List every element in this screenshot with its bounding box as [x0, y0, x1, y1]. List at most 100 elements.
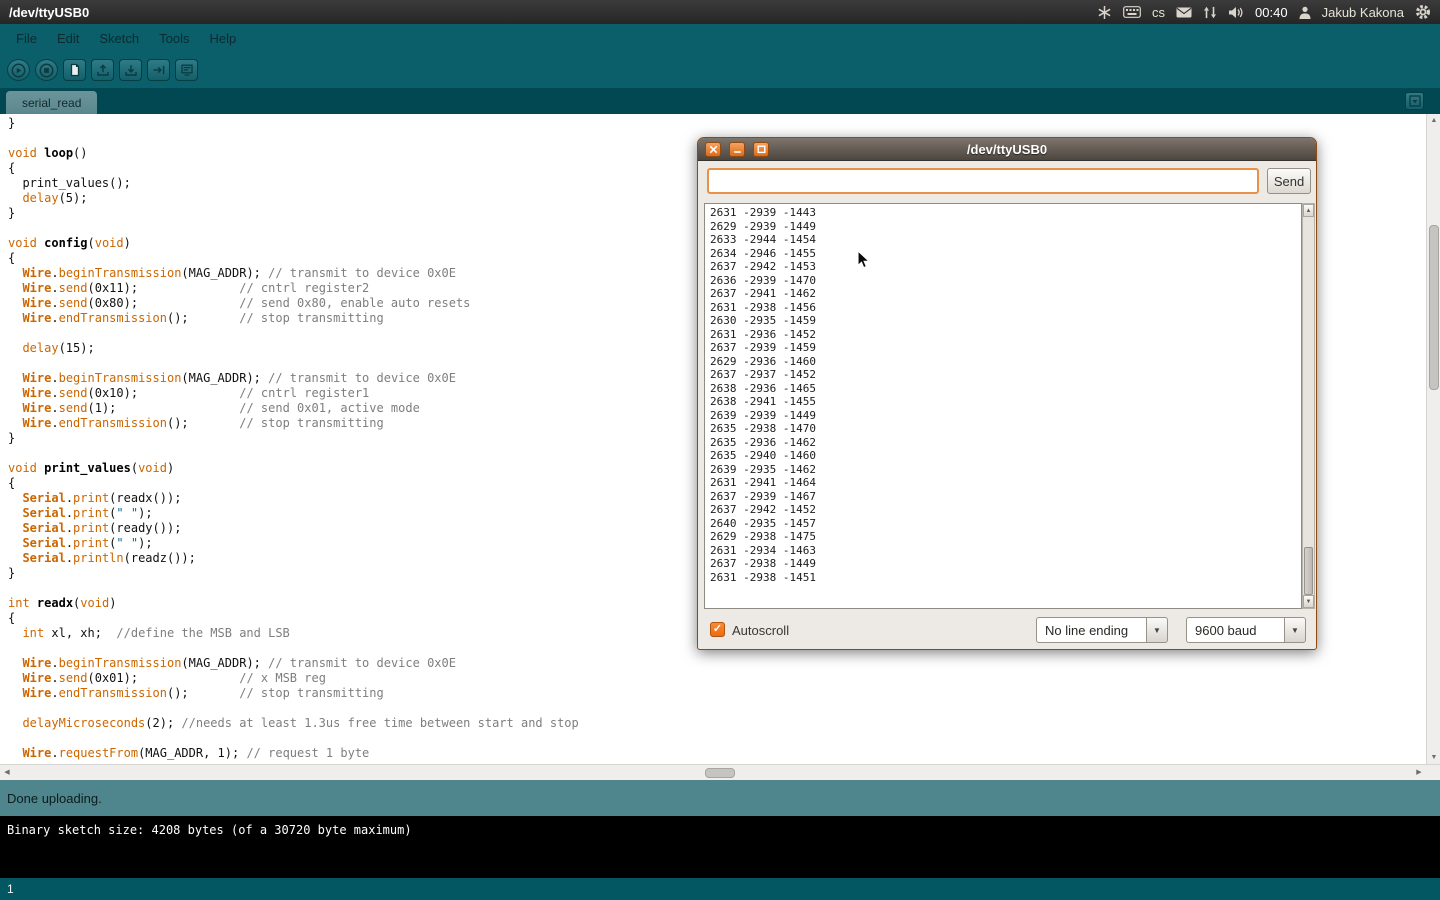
serial-row: 2634 -2946 -1455	[710, 247, 1301, 261]
tab-serial-read[interactable]: serial_read	[6, 91, 97, 114]
system-tray: cs 00:40 Jakub Kakona	[1097, 4, 1431, 20]
code-line: }	[8, 116, 1426, 131]
serial-row: 2638 -2941 -1455	[710, 395, 1301, 409]
mail-icon[interactable]	[1176, 7, 1192, 18]
scroll-up-icon[interactable]: ▲	[1427, 114, 1440, 127]
save-sketch-button[interactable]	[119, 59, 142, 81]
serial-scrollbar-thumb[interactable]	[1304, 547, 1313, 595]
console-output: Binary sketch size: 4208 bytes (of a 307…	[0, 816, 1440, 837]
menu-edit[interactable]: Edit	[47, 26, 89, 51]
autoscroll-checkbox[interactable]: ✓	[710, 622, 725, 637]
menubar: FileEditSketchToolsHelp	[0, 24, 1440, 52]
serial-scrollbar[interactable]: ▲ ▼	[1302, 203, 1315, 609]
keyboard-icon[interactable]	[1123, 6, 1141, 18]
check-icon: ✓	[713, 624, 722, 635]
serial-row: 2637 -2939 -1467	[710, 490, 1301, 504]
ide-status-bar: Done uploading.	[0, 780, 1440, 816]
serial-row: 2636 -2939 -1470	[710, 274, 1301, 288]
menu-file[interactable]: File	[6, 26, 47, 51]
code-line	[8, 731, 1426, 746]
tab-menu-button[interactable]	[1405, 92, 1424, 110]
menu-help[interactable]: Help	[199, 26, 246, 51]
network-traffic-icon[interactable]	[1203, 6, 1217, 19]
username-label[interactable]: Jakub Kakona	[1322, 5, 1404, 20]
editor-scrollbar-thumb[interactable]	[1429, 225, 1439, 390]
scroll-right-icon[interactable]: ▶	[1412, 765, 1426, 781]
tab-label: serial_read	[22, 96, 81, 110]
mouse-cursor	[857, 250, 871, 270]
keyboard-layout-label[interactable]: cs	[1152, 5, 1165, 20]
serial-window-titlebar[interactable]: /dev/ttyUSB0	[698, 138, 1316, 161]
desktop: /dev/ttyUSB0 cs 00:40 Jakub Kakona	[0, 0, 1440, 900]
serial-row: 2631 -2934 -1463	[710, 544, 1301, 558]
scroll-up-icon[interactable]: ▲	[1303, 204, 1314, 217]
editor-horizontal-scrollbar[interactable]: ◀ ▶	[0, 764, 1440, 780]
send-button[interactable]: Send	[1267, 168, 1311, 194]
code-line: delayMicroseconds(2); //needs at least 1…	[8, 716, 1426, 731]
verify-button[interactable]	[7, 59, 30, 81]
line-ending-dropdown[interactable]: No line ending ▼	[1036, 617, 1168, 643]
gear-icon[interactable]	[1415, 4, 1431, 20]
close-icon[interactable]	[705, 142, 721, 157]
tab-bar: serial_read	[0, 88, 1440, 114]
serial-row: 2635 -2936 -1462	[710, 436, 1301, 450]
minimize-icon[interactable]	[729, 142, 745, 157]
serial-row: 2631 -2939 -1443	[710, 206, 1301, 220]
serial-row: 2635 -2940 -1460	[710, 449, 1301, 463]
line-ending-value: No line ending	[1036, 617, 1146, 643]
serial-output: 2631 -2939 -14432629 -2939 -14492633 -29…	[704, 203, 1302, 609]
menu-tools[interactable]: Tools	[149, 26, 199, 51]
stop-button[interactable]	[35, 59, 58, 81]
serial-row: 2631 -2941 -1464	[710, 476, 1301, 490]
new-sketch-button[interactable]	[63, 59, 86, 81]
code-line: Wire.requestFrom(MAG_ADDR, 1); // reques…	[8, 746, 1426, 761]
maximize-icon[interactable]	[753, 142, 769, 157]
serial-row: 2639 -2939 -1449	[710, 409, 1301, 423]
panel-window-title: /dev/ttyUSB0	[9, 5, 89, 20]
chevron-down-icon[interactable]: ▼	[1284, 617, 1306, 643]
snowflake-indicator-icon[interactable]	[1097, 5, 1112, 20]
serial-row: 2631 -2938 -1456	[710, 301, 1301, 315]
serial-row: 2630 -2935 -1459	[710, 314, 1301, 328]
ubuntu-top-panel: /dev/ttyUSB0 cs 00:40 Jakub Kakona	[0, 0, 1440, 24]
code-line: Wire.endTransmission(); // stop transmit…	[8, 686, 1426, 701]
clock[interactable]: 00:40	[1255, 5, 1288, 20]
serial-row: 2637 -2939 -1459	[710, 341, 1301, 355]
scroll-left-icon[interactable]: ◀	[0, 765, 14, 781]
serial-row: 2638 -2936 -1465	[710, 382, 1301, 396]
upload-button[interactable]	[147, 59, 170, 81]
baud-rate-dropdown[interactable]: 9600 baud ▼	[1186, 617, 1306, 643]
serial-input-field[interactable]	[707, 168, 1259, 194]
code-line	[8, 701, 1426, 716]
line-number-bar: 1	[0, 878, 1440, 900]
editor-hscrollbar-thumb[interactable]	[705, 768, 735, 778]
serial-window-title: /dev/ttyUSB0	[698, 142, 1316, 157]
serial-row: 2629 -2936 -1460	[710, 355, 1301, 369]
line-number: 1	[7, 882, 14, 896]
serial-row: 2635 -2938 -1470	[710, 422, 1301, 436]
autoscroll-label[interactable]: Autoscroll	[732, 623, 789, 638]
serial-row: 2637 -2938 -1449	[710, 557, 1301, 571]
user-icon	[1299, 6, 1311, 19]
code-line: Wire.send(0x01); // x MSB reg	[8, 671, 1426, 686]
editor-vertical-scrollbar[interactable]: ▲ ▼	[1426, 114, 1440, 764]
serial-row: 2631 -2938 -1451	[710, 571, 1301, 585]
ide-console: Binary sketch size: 4208 bytes (of a 307…	[0, 816, 1440, 878]
scroll-down-icon[interactable]: ▼	[1427, 751, 1440, 764]
serial-row: 2637 -2942 -1452	[710, 503, 1301, 517]
serial-row: 2640 -2935 -1457	[710, 517, 1301, 531]
serial-row: 2637 -2942 -1453	[710, 260, 1301, 274]
serial-monitor-window: /dev/ttyUSB0 Send 2631 -2939 -14432629 -…	[697, 137, 1317, 650]
volume-icon[interactable]	[1228, 6, 1244, 19]
serial-monitor-button[interactable]	[175, 59, 198, 81]
chevron-down-icon[interactable]: ▼	[1146, 617, 1168, 643]
scroll-down-icon[interactable]: ▼	[1303, 595, 1314, 608]
open-sketch-button[interactable]	[91, 59, 114, 81]
serial-row: 2637 -2941 -1462	[710, 287, 1301, 301]
serial-row: 2633 -2944 -1454	[710, 233, 1301, 247]
serial-row: 2629 -2938 -1475	[710, 530, 1301, 544]
menu-sketch[interactable]: Sketch	[89, 26, 149, 51]
serial-row: 2639 -2935 -1462	[710, 463, 1301, 477]
status-message: Done uploading.	[7, 791, 102, 806]
baud-rate-value: 9600 baud	[1186, 617, 1284, 643]
